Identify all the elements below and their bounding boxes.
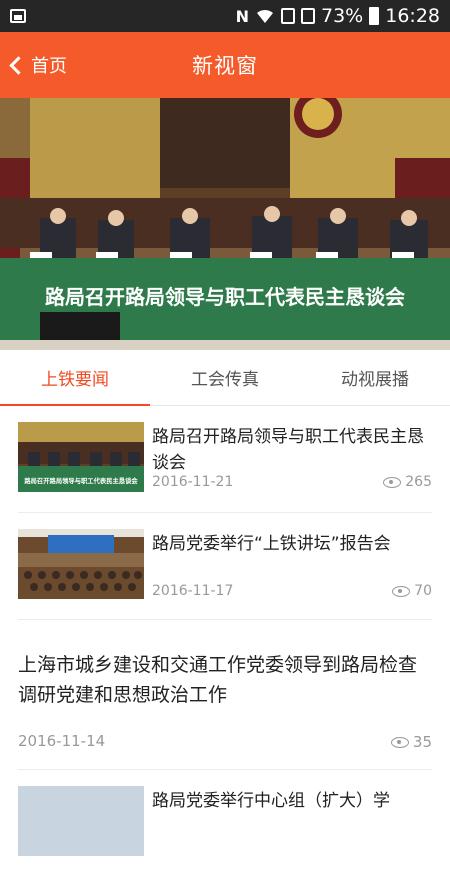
news-date: 2016-11-21 [152,474,234,490]
view-count: 70 [392,583,432,599]
battery-percent: 73% [321,5,364,27]
back-label: 首页 [31,56,67,77]
news-title: 路局党委举行中心组（扩大）学 [152,791,390,811]
eye-icon [392,585,411,597]
tab-label: 上铁要闻 [41,370,109,390]
chevron-left-icon [9,55,28,75]
clock: 16:28 [385,5,440,27]
view-count-value: 35 [412,733,432,751]
sim1-icon [281,8,295,24]
app-header: 首页 新视窗 [0,32,450,98]
tab-label: 工会传真 [191,370,259,390]
news-title: 上海市城乡建设和交通工作党委领导到路局检查调研党建和思想政治工作 [18,654,418,706]
news-thumbnail [18,529,144,599]
list-item[interactable]: 路局党委举行中心组（扩大）学 [18,770,432,877]
gallery-notification-icon [10,9,26,23]
view-count-value: 265 [405,474,432,490]
back-button[interactable]: 首页 [9,32,67,98]
view-count: 265 [383,474,432,490]
view-count-value: 70 [414,583,432,599]
tab-video-showcase[interactable]: 动视展播 [300,350,450,405]
view-count: 35 [390,733,432,751]
banner-caption: 路局召开路局领导与职工代表民主恳谈会 [45,285,405,309]
banner-photo: 路局召开路局领导与职工代表民主恳谈会 [0,98,450,350]
list-item[interactable]: 上海市城乡建设和交通工作党委领导到路局检查调研党建和思想政治工作 2016-11… [18,620,432,770]
thumbnail-caption: 路局召开路局领导与职工代表民主恳谈会 [24,476,138,485]
news-title: 路局召开路局领导与职工代表民主恳谈会 [152,427,424,473]
news-thumbnail [18,786,144,856]
list-item[interactable]: 路局党委举行“上铁讲坛”报告会 2016-11-17 70 [18,513,432,620]
eye-icon [383,476,402,488]
news-date: 2016-11-17 [152,583,234,599]
battery-icon [369,7,380,25]
tab-label: 动视展播 [341,370,409,390]
news-thumbnail: 路局召开路局领导与职工代表民主恳谈会 [18,422,144,492]
page-title: 新视窗 [192,54,258,78]
eye-icon [390,736,409,748]
news-date: 2016-11-14 [18,732,106,750]
list-item[interactable]: 路局召开路局领导与职工代表民主恳谈会 路局召开路局领导与职工代表民主恳谈会 20… [18,406,432,513]
news-list: 路局召开路局领导与职工代表民主恳谈会 路局召开路局领导与职工代表民主恳谈会 20… [0,406,450,877]
wifi-icon [257,9,273,23]
nfc-icon: N [235,6,249,26]
tab-shangtie-news[interactable]: 上铁要闻 [0,350,150,406]
banner-carousel[interactable]: 路局召开路局领导与职工代表民主恳谈会 [0,98,450,350]
status-bar: N 73% 16:28 [0,0,450,32]
news-title: 路局党委举行“上铁讲坛”报告会 [152,534,391,554]
news-tabs: 上铁要闻 工会传真 动视展播 [0,350,450,406]
sim2-icon [301,8,315,24]
tab-union-fax[interactable]: 工会传真 [150,350,300,405]
